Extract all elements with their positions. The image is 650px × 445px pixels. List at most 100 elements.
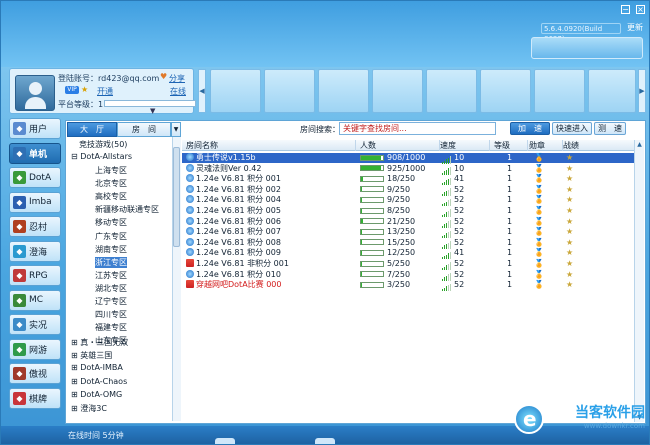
table-row[interactable]: 1.24e V6.81 积分 008 15/250 52 1 🏅 ★: [182, 237, 634, 249]
col-medal[interactable]: 勋章: [529, 140, 563, 151]
nav-item-3[interactable]: ◆ Imba: [9, 191, 61, 213]
tree-node-label: 湖北专区: [95, 283, 127, 293]
tree-node-label: 四川专区: [95, 310, 127, 320]
tree-group-item[interactable]: ⊞ 真・三国无双: [71, 337, 128, 348]
scroll-left-button[interactable]: ◀: [198, 69, 206, 113]
chevron-down-icon[interactable]: ▼: [150, 107, 155, 115]
tree-node-label: 英雄三国: [80, 351, 113, 361]
nav-item-6[interactable]: ◆ RPG: [9, 265, 61, 286]
room-name: 1.24e V6.81 积分 006: [196, 216, 281, 226]
tree-expander-icon[interactable]: ⊞: [71, 338, 80, 347]
tab-dropdown-icon[interactable]: ▼: [171, 122, 181, 137]
tree-zone-item[interactable]: 福建专区: [95, 322, 127, 333]
tab-hall[interactable]: 大 厅: [67, 122, 117, 137]
game-slot[interactable]: [372, 69, 423, 113]
tree-group-item[interactable]: ⊞ 英雄三国: [71, 350, 112, 361]
tree-zone-item[interactable]: 四川专区: [95, 309, 127, 320]
tree-zone-item[interactable]: 广东专区: [95, 231, 127, 242]
tree-root[interactable]: 竞技游戏(50): [79, 139, 127, 150]
table-row[interactable]: 勇士传说v1.15b 908/1000 10 1 🏅 ★: [182, 153, 634, 164]
col-room-name[interactable]: 房间名称: [186, 140, 356, 151]
table-row[interactable]: 1.24e V6.81 积分 009 12/250 41 1 🏅 ★: [182, 248, 634, 260]
tree-expander-icon[interactable]: ⊞: [71, 404, 80, 413]
table-row[interactable]: 1.24e V6.81 积分 006 21/250 52 1 🏅 ★: [182, 216, 634, 228]
game-slot[interactable]: [480, 69, 531, 113]
table-row[interactable]: 1.24e V6.81 积分 002 9/250 52 1 🏅 ★: [182, 184, 634, 196]
tree-group-item[interactable]: ⊞ DotA-IMBA: [71, 363, 123, 372]
minimize-button[interactable]: −: [621, 5, 630, 14]
tree-expander-icon[interactable]: ⊞: [71, 363, 80, 372]
tree-zone-item[interactable]: 高校专区: [95, 191, 127, 202]
table-row[interactable]: 1.24e V6.81 积分 004 9/250 52 1 🏅 ★: [182, 195, 634, 207]
share-link[interactable]: 分享: [169, 73, 185, 84]
record-star-icon: ★: [566, 259, 574, 268]
col-record[interactable]: 战绩: [563, 140, 603, 151]
top-banner-button[interactable]: [531, 37, 643, 59]
taskbar-tab[interactable]: [315, 438, 335, 444]
nav-item-0[interactable]: ◆ 用户: [9, 118, 61, 139]
table-scrollbar[interactable]: ▲ ▼: [634, 140, 644, 422]
nav-item-1[interactable]: ◆ 单机: [9, 142, 61, 164]
nav-item-label: Imba: [29, 197, 52, 207]
col-speed[interactable]: 速度: [440, 140, 490, 151]
tree-group-dota[interactable]: ⊟ DotA-Allstars: [71, 152, 132, 161]
nav-item-9[interactable]: ◆ 网游: [9, 338, 61, 360]
tree-zone-item[interactable]: 湖南专区: [95, 244, 127, 255]
open-vip-link[interactable]: 开通: [97, 86, 113, 97]
tree-zone-item[interactable]: 上海专区: [95, 165, 127, 176]
room-search-input[interactable]: [339, 122, 496, 135]
table-row[interactable]: 灵魂法则Ver 0.42 925/1000 10 1 🏅 ★: [182, 163, 634, 175]
medal-icon: 🏅: [534, 216, 544, 226]
scroll-right-button[interactable]: ▶: [638, 69, 646, 113]
tree-expander-icon[interactable]: ⊞: [71, 377, 80, 386]
tree-group-item[interactable]: ⊞ 澄海3C: [71, 403, 107, 414]
game-slot[interactable]: [534, 69, 585, 113]
tree-zone-item[interactable]: 湖北专区: [95, 283, 127, 294]
tree-expander-icon[interactable]: ⊞: [71, 351, 80, 360]
nav-item-8[interactable]: ◆ 实况: [9, 314, 61, 335]
game-slot[interactable]: [318, 69, 369, 113]
nav-item-7[interactable]: ◆ MC: [9, 289, 61, 311]
nav-item-10[interactable]: ◆ 傲视: [9, 363, 61, 384]
avatar[interactable]: [15, 75, 55, 111]
update-link[interactable]: 更新: [627, 22, 643, 33]
tree-group-item[interactable]: ⊞ DotA-OMG: [71, 390, 122, 399]
nav-item-5[interactable]: ◆ 澄海: [9, 240, 61, 262]
room-name-cell: 穿越网吧DotA比赛 000: [186, 280, 281, 290]
tree-group-item[interactable]: ⊞ DotA-Chaos: [71, 377, 127, 386]
tree-scrollbar-thumb[interactable]: [173, 147, 180, 247]
col-people[interactable]: 人数: [360, 140, 440, 151]
col-level[interactable]: 等级: [494, 140, 528, 151]
game-slot[interactable]: [426, 69, 477, 113]
table-row[interactable]: 1.24e V6.81 积分 007 13/250 52 1 🏅 ★: [182, 227, 634, 239]
close-button[interactable]: ×: [636, 5, 645, 14]
tree-zone-item[interactable]: 辽宁专区: [95, 296, 127, 307]
tree-zone-item[interactable]: 浙江专区: [95, 256, 127, 268]
taskbar-tab[interactable]: [215, 438, 235, 444]
speed-test-button[interactable]: 测 速: [594, 122, 626, 135]
tree-zone-item[interactable]: 新疆移动联通专区: [95, 204, 159, 215]
nav-item-4[interactable]: ◆ 忍村: [9, 216, 61, 237]
tree-expander-icon[interactable]: ⊞: [71, 390, 80, 399]
table-row[interactable]: 1.24e V6.81 积分 010 7/250 52 1 🏅 ★: [182, 269, 634, 281]
game-slot[interactable]: [588, 69, 636, 113]
room-name: 1.24e V6.81 积分 004: [196, 195, 281, 205]
tab-room[interactable]: 房 间: [117, 122, 171, 137]
online-status-link[interactable]: 在线: [170, 86, 186, 97]
table-row[interactable]: 1.24e V6.81 非积分 001 5/250 52 1 🏅 ★: [182, 259, 634, 270]
table-row[interactable]: 1.24e V6.81 积分 005 8/250 52 1 🏅 ★: [182, 206, 634, 217]
quick-join-button[interactable]: 快速进入: [552, 122, 592, 135]
game-slot[interactable]: [264, 69, 315, 113]
table-row[interactable]: 穿越网吧DotA比赛 000 3/250 52 1 🏅 ★: [182, 280, 634, 292]
accelerate-button[interactable]: 加 速: [510, 122, 550, 135]
tree-zone-item[interactable]: 移动专区: [95, 217, 127, 228]
tree-zone-item[interactable]: 北京专区: [95, 178, 127, 189]
game-slot[interactable]: [210, 69, 261, 113]
nav-item-11[interactable]: ◆ 棋牌: [9, 387, 61, 409]
scroll-up-icon[interactable]: ▲: [635, 140, 644, 149]
tree-expander-icon[interactable]: ⊟: [71, 152, 80, 161]
tree-zone-item[interactable]: 江苏专区: [95, 270, 127, 281]
record-star-icon: ★: [566, 195, 574, 205]
table-row[interactable]: 1.24e V6.81 积分 001 18/250 41 1 🏅 ★: [182, 174, 634, 186]
nav-item-2[interactable]: ◆ DotA: [9, 167, 61, 188]
